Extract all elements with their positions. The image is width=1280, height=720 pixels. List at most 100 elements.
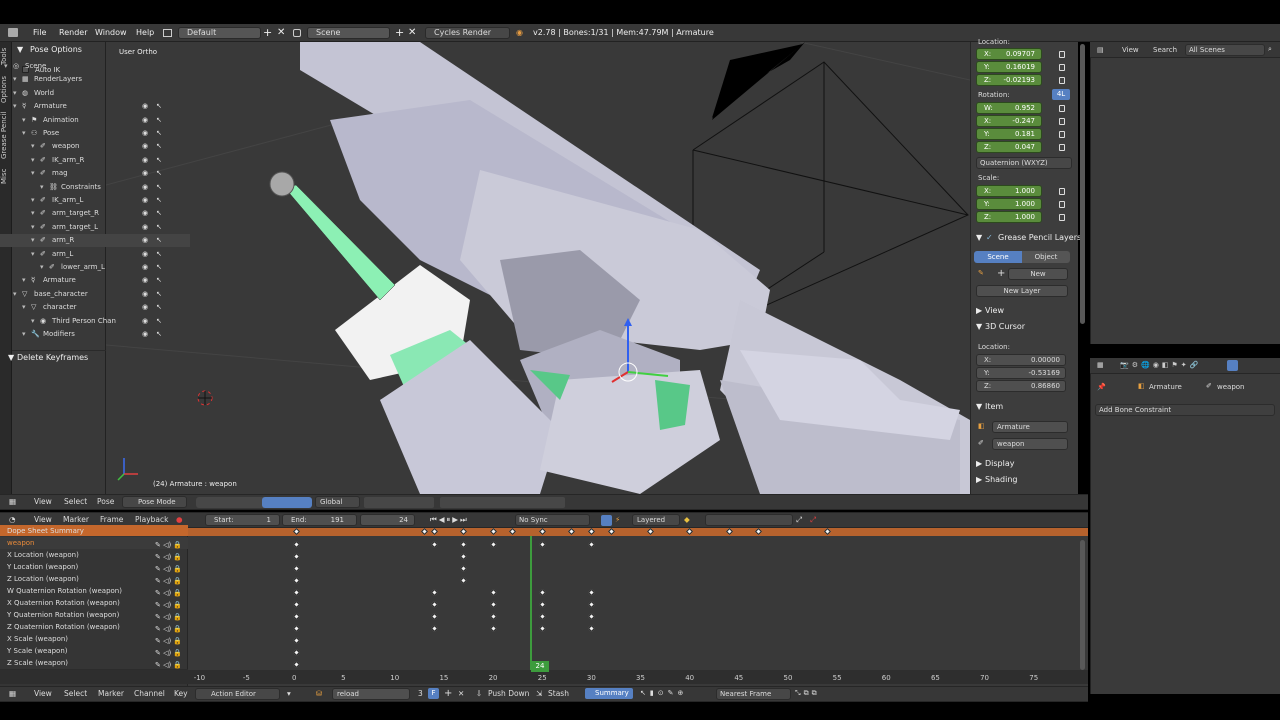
gp-new-layer-button[interactable]: New Layer bbox=[976, 285, 1068, 297]
outliner-row[interactable]: ▾ ✐ arm_target_R ◉ ↖ bbox=[0, 207, 190, 220]
add-bone-constraint-select[interactable]: Add Bone Constraint bbox=[1095, 404, 1275, 416]
scale-x-field[interactable]: X: 1.000 bbox=[976, 185, 1042, 197]
outliner-row[interactable]: ▾ ⚇ Pose ◉ ↖ bbox=[0, 127, 190, 140]
expand-arrow-icon[interactable]: ▾ bbox=[31, 234, 35, 247]
pose-options-header[interactable]: Pose Options bbox=[30, 45, 82, 54]
outliner-row[interactable]: ▾ ✐ arm_L ◉ ↖ bbox=[0, 248, 190, 261]
manipulator-buttons[interactable] bbox=[262, 497, 312, 508]
visibility-eye-icon[interactable]: ◉ bbox=[142, 140, 148, 153]
dopesheet-scrollbar[interactable] bbox=[1080, 540, 1085, 670]
action-icon[interactable]: ⛁ bbox=[316, 688, 322, 700]
selectable-arrow-icon[interactable]: ↖ bbox=[156, 100, 162, 113]
display-panel-header[interactable]: Display bbox=[985, 459, 1015, 468]
view-panel-header[interactable]: View bbox=[985, 306, 1004, 315]
npanel-scrollbar[interactable] bbox=[1080, 44, 1085, 324]
outliner-row[interactable]: ▾ ⚑ Animation ◉ ↖ bbox=[0, 114, 190, 127]
expand-arrow-icon[interactable]: ▾ bbox=[22, 127, 26, 140]
collapse-triangle-icon[interactable]: ▼ bbox=[976, 322, 982, 331]
expand-triangle-icon[interactable]: ▶ bbox=[976, 306, 982, 315]
filter-dropdown-icon[interactable]: ▾ bbox=[287, 688, 291, 700]
visibility-eye-icon[interactable]: ◉ bbox=[142, 261, 148, 274]
dopesheet-editor-icon[interactable]: ▦ bbox=[9, 688, 16, 700]
visibility-eye-icon[interactable]: ◉ bbox=[142, 154, 148, 167]
channel-toggle-icons[interactable]: ✎ ◁) 🔒 bbox=[155, 551, 185, 561]
lock-icon[interactable] bbox=[1059, 51, 1065, 58]
ds-select-menu[interactable]: Select bbox=[64, 688, 87, 700]
shading-pivot-buttons[interactable] bbox=[196, 497, 266, 508]
collapse-triangle-icon[interactable]: ▼ bbox=[976, 402, 982, 411]
expand-arrow-icon[interactable]: ▾ bbox=[31, 154, 35, 167]
3d-viewport[interactable] bbox=[106, 42, 970, 494]
fcurve-channel[interactable]: Z Quaternion Rotation (weapon) ✎ ◁) 🔒 bbox=[0, 621, 188, 633]
channel-toggle-icons[interactable]: ✎ ◁) 🔒 bbox=[155, 611, 185, 621]
keying-mode-select[interactable]: Layered bbox=[632, 514, 680, 526]
gp-new-button[interactable]: New bbox=[1008, 268, 1068, 280]
properties-editor-icon[interactable]: ▦ bbox=[1097, 361, 1104, 369]
delete-keyframes-header[interactable]: Delete Keyframes bbox=[17, 353, 88, 362]
rotation-z-field[interactable]: Z: 0.047 bbox=[976, 141, 1042, 153]
rotation-mode-select[interactable]: Quaternion (WXYZ) bbox=[976, 157, 1072, 169]
visibility-eye-icon[interactable]: ◉ bbox=[142, 288, 148, 301]
scale-z-field[interactable]: Z: 1.000 bbox=[976, 211, 1042, 223]
visibility-eye-icon[interactable]: ◉ bbox=[142, 328, 148, 341]
outliner-editor-icon[interactable]: ▤ bbox=[1097, 46, 1104, 54]
pose-tools-buttons[interactable] bbox=[440, 497, 565, 508]
outliner-row[interactable]: ▾ ◎ Scene bbox=[0, 60, 190, 73]
selectable-arrow-icon[interactable]: ↖ bbox=[156, 261, 162, 274]
filter-icons[interactable]: ↖▮⊙✎⊕ bbox=[640, 689, 710, 699]
current-frame-line[interactable] bbox=[530, 536, 532, 672]
fcurve-channel[interactable]: Z Scale (weapon) ✎ ◁) 🔒 bbox=[0, 657, 188, 669]
outliner-row[interactable]: ▾ ▽ character ◉ ↖ bbox=[0, 301, 190, 314]
channel-toggle-icons[interactable]: ✎ ◁) 🔒 bbox=[155, 563, 185, 573]
keyframe-icon[interactable]: ◆ bbox=[684, 514, 690, 526]
properties-context-tabs[interactable]: 📷⚙🌐◉◧⚑✦🔗 bbox=[1120, 361, 1265, 371]
gp-object-button[interactable]: Object bbox=[1022, 251, 1070, 263]
ds-channel-menu[interactable]: Channel bbox=[134, 688, 165, 700]
selectable-arrow-icon[interactable]: ↖ bbox=[156, 167, 162, 180]
outliner-row[interactable]: ▾ ✐ arm_R ◉ ↖ bbox=[0, 234, 190, 248]
view3d-view-menu[interactable]: View bbox=[34, 496, 52, 508]
rotation-x-field[interactable]: X: -0.247 bbox=[976, 115, 1042, 127]
visibility-eye-icon[interactable]: ◉ bbox=[142, 194, 148, 207]
bone-constraint-tab[interactable] bbox=[1227, 360, 1238, 371]
search-icon[interactable]: ⌕ bbox=[1268, 45, 1272, 54]
location-z-field[interactable]: Z: -0.02193 bbox=[976, 74, 1042, 86]
editor-type-icon[interactable] bbox=[8, 28, 18, 37]
unlink-action-icon[interactable]: ✕ bbox=[458, 688, 464, 700]
outliner-view-menu[interactable]: View bbox=[1122, 46, 1139, 54]
checkmark-icon[interactable]: ✓ bbox=[986, 233, 993, 242]
mode-select[interactable]: Pose Mode bbox=[122, 496, 187, 508]
orientation-select[interactable]: Global bbox=[315, 496, 360, 508]
delete-key-icon[interactable]: ⤢ bbox=[810, 514, 816, 526]
add-scene-icon[interactable]: + bbox=[395, 24, 404, 42]
outliner-row[interactable]: ▾ ✐ lower_arm_L ◉ ↖ bbox=[0, 261, 190, 274]
expand-arrow-icon[interactable]: ▾ bbox=[22, 274, 26, 287]
push-down-icon[interactable]: ⇩ bbox=[476, 688, 482, 700]
selectable-arrow-icon[interactable]: ↖ bbox=[156, 315, 162, 328]
playback-controls[interactable]: ⏮◀⏸▶⏭ bbox=[430, 514, 469, 526]
insert-key-icon[interactable]: ⤢ bbox=[796, 514, 802, 526]
fcurve-channel[interactable]: X Location (weapon) ✎ ◁) 🔒 bbox=[0, 549, 188, 561]
expand-arrow-icon[interactable]: ▾ bbox=[13, 87, 17, 100]
selectable-arrow-icon[interactable]: ↖ bbox=[156, 194, 162, 207]
close-scene-icon[interactable]: ✕ bbox=[408, 24, 416, 42]
outliner-row[interactable]: ▾ ☿ Armature ◉ ↖ bbox=[0, 274, 190, 287]
visibility-eye-icon[interactable]: ◉ bbox=[142, 234, 148, 247]
copy-paste-icons[interactable]: ⤡⧉⧉ bbox=[795, 689, 835, 699]
ds-view-menu[interactable]: View bbox=[34, 688, 52, 700]
summary-toggle[interactable]: Summary bbox=[585, 688, 633, 699]
view3d-editor-icon[interactable]: ▦ bbox=[9, 496, 16, 508]
bone-name-field[interactable]: weapon bbox=[992, 438, 1068, 450]
lock-icon[interactable] bbox=[1059, 201, 1065, 208]
visibility-eye-icon[interactable]: ◉ bbox=[142, 207, 148, 220]
expand-arrow-icon[interactable]: ▾ bbox=[22, 328, 26, 341]
outliner-row[interactable]: ▾ ◍ World bbox=[0, 87, 190, 100]
selectable-arrow-icon[interactable]: ↖ bbox=[156, 140, 162, 153]
collapse-triangle-icon[interactable]: ▼ bbox=[8, 353, 14, 362]
visibility-eye-icon[interactable]: ◉ bbox=[142, 114, 148, 127]
selectable-arrow-icon[interactable]: ↖ bbox=[156, 154, 162, 167]
collapse-triangle-icon[interactable]: ▼ bbox=[17, 45, 23, 54]
expand-arrow-icon[interactable]: ▾ bbox=[13, 73, 17, 86]
outliner-row[interactable]: ▾ ✐ IK_arm_L ◉ ↖ bbox=[0, 194, 190, 207]
selectable-arrow-icon[interactable]: ↖ bbox=[156, 301, 162, 314]
